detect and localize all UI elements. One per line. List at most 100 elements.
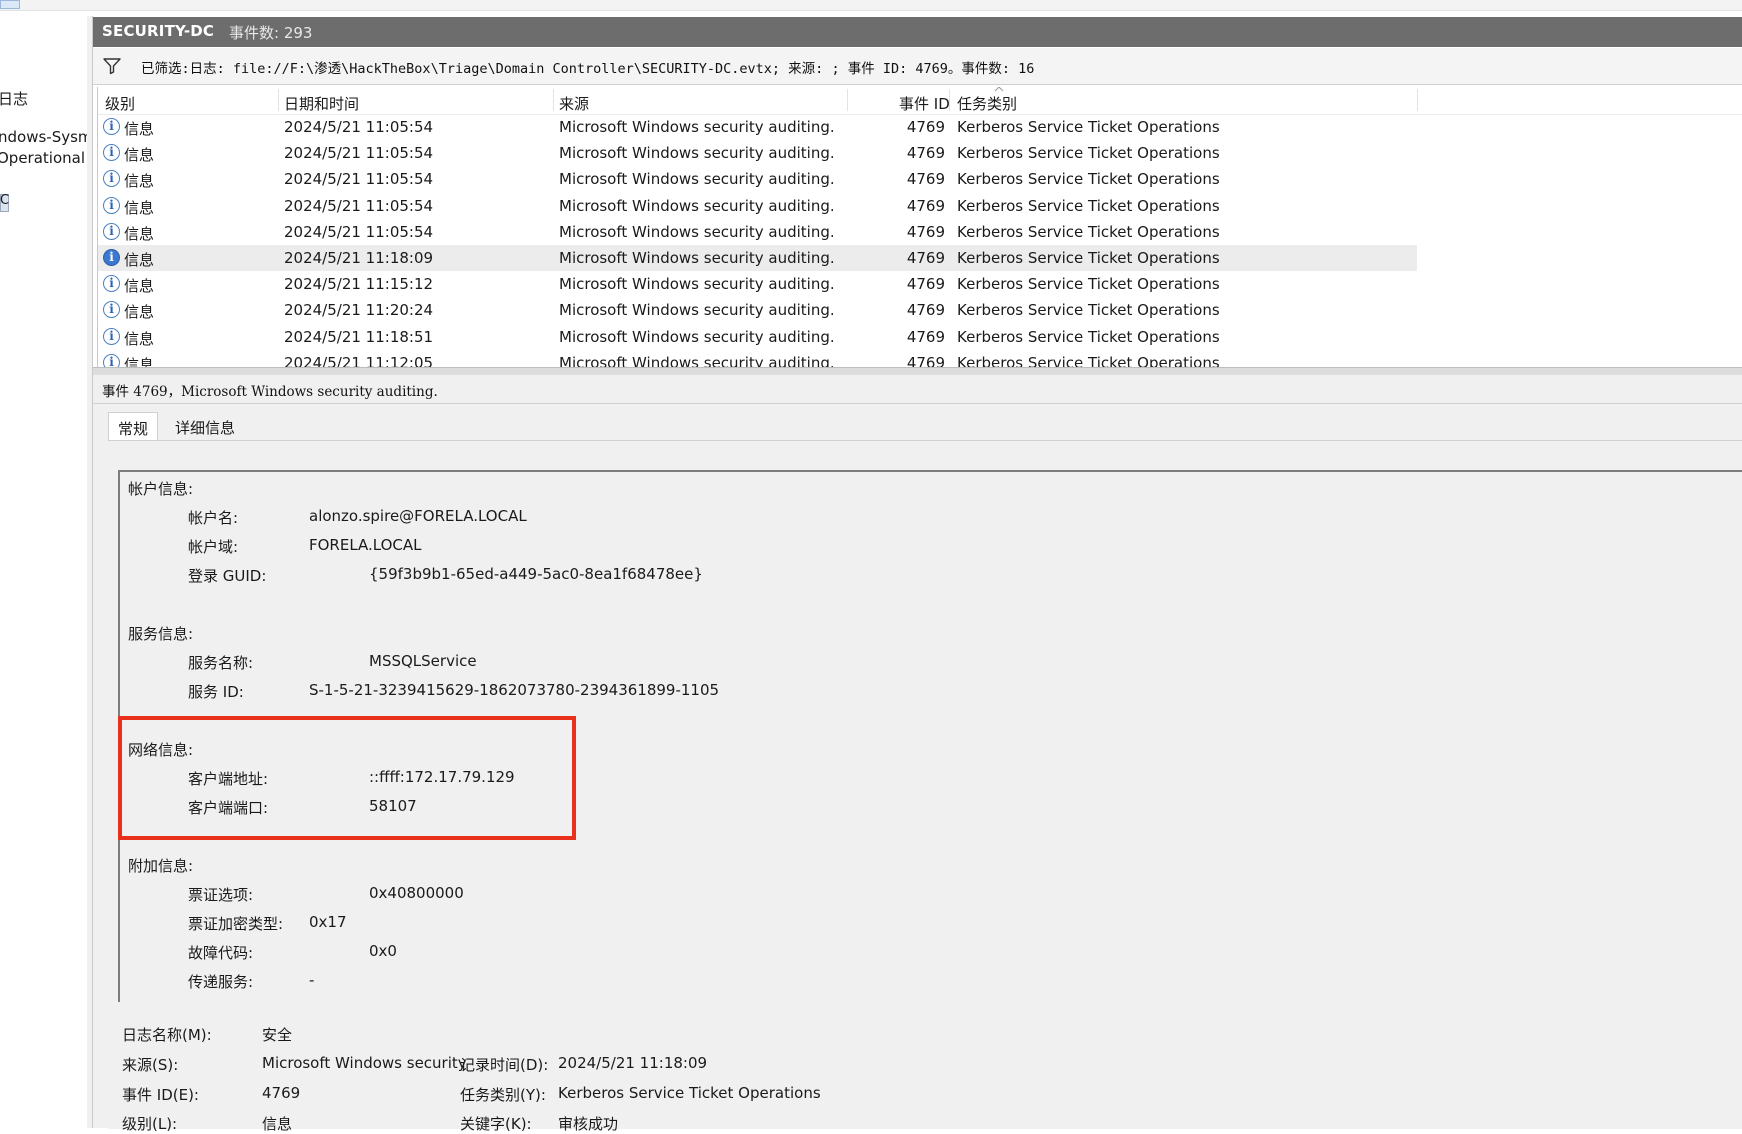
account-domain-value: FORELA.LOCAL xyxy=(309,536,422,554)
row-level: 信息 xyxy=(124,251,155,269)
log-name-value: 安全 xyxy=(262,1026,293,1044)
keywords-label: 关键字(K): xyxy=(460,1115,532,1133)
transited-services-label: 传递服务: xyxy=(188,973,254,991)
row-event-id: 4769 xyxy=(906,353,945,367)
network-info-highlight-box xyxy=(118,716,576,840)
log-title: SECURITY-DC xyxy=(102,22,215,40)
table-row[interactable]: i 信息 2024/5/21 11:05:54 Microsoft Windows s… xyxy=(98,166,1417,192)
logged-time-value: 2024/5/21 11:18:09 xyxy=(558,1054,708,1072)
row-task-category: Kerberos Service Ticket Operations xyxy=(957,275,1220,294)
logon-guid-value: {59f3b9b1-65ed-a449-5ac0-8ea1f68478ee} xyxy=(369,565,703,583)
row-datetime: 2024/5/21 11:05:54 xyxy=(284,170,434,189)
event-id-label: 事件 ID(E): xyxy=(122,1086,199,1104)
level-label: 级别(L): xyxy=(122,1115,178,1133)
info-icon: i xyxy=(103,170,120,188)
column-header-task-category[interactable]: 任务类别 xyxy=(957,93,1017,114)
row-task-category: Kerberos Service Ticket Operations xyxy=(957,170,1220,189)
row-event-id: 4769 xyxy=(906,118,945,136)
account-name-value: alonzo.spire@FORELA.LOCAL xyxy=(309,507,527,525)
row-event-id: 4769 xyxy=(906,327,945,346)
row-event-id: 4769 xyxy=(906,275,945,294)
tree-item-operational[interactable]: Operational xyxy=(0,149,85,167)
logged-time-label: 记录时间(D): xyxy=(460,1056,549,1074)
top-strip xyxy=(0,0,1742,11)
row-datetime: 2024/5/21 11:18:51 xyxy=(284,327,434,346)
table-row[interactable]: i 信息 2024/5/21 11:05:54 Microsoft Windows s… xyxy=(98,219,1417,245)
table-row[interactable]: i 信息 2024/5/21 11:05:54 Microsoft Windows s… xyxy=(98,140,1417,166)
table-row[interactable]: i 信息 2024/5/21 11:18:09 Microsoft Windows s… xyxy=(98,245,1417,271)
row-level: 信息 xyxy=(124,355,155,367)
ticket-options-label: 票证选项: xyxy=(188,886,254,904)
service-name-value: MSSQLService xyxy=(369,652,477,670)
filter-funnel-icon xyxy=(103,58,121,75)
account-info-heading: 帐户信息: xyxy=(128,480,194,498)
keywords-value: 审核成功 xyxy=(558,1115,619,1133)
row-source: Microsoft Windows security auditing. xyxy=(559,275,835,294)
column-divider[interactable] xyxy=(949,89,950,111)
row-event-id: 4769 xyxy=(906,249,945,267)
column-divider[interactable] xyxy=(847,89,848,111)
row-source: Microsoft Windows security auditing. xyxy=(559,222,835,241)
row-level: 信息 xyxy=(124,120,155,138)
info-icon: i xyxy=(103,196,120,214)
row-task-category: Kerberos Service Ticket Operations xyxy=(957,144,1220,163)
task-category-value: Kerberos Service Ticket Operations xyxy=(558,1084,821,1102)
column-header-datetime[interactable]: 日期和时间 xyxy=(284,93,359,114)
info-icon: i xyxy=(103,118,120,135)
column-header-level[interactable]: 级别 xyxy=(105,93,135,114)
account-name-label: 帐户名: xyxy=(188,509,239,527)
failure-code-value: 0x0 xyxy=(369,942,397,960)
table-row[interactable]: i 信息 2024/5/21 11:05:54 Microsoft Windows s… xyxy=(98,193,1417,219)
divider xyxy=(93,403,1742,404)
task-category-label: 任务类别(Y): xyxy=(460,1086,546,1104)
column-header-event-id[interactable]: 事件 ID xyxy=(899,93,950,114)
row-source: Microsoft Windows security auditing. xyxy=(559,327,835,346)
table-header: 级别 日期和时间 来源 事件 ID 任务类别 xyxy=(98,87,1742,115)
tree-item-selected-label: C xyxy=(0,193,10,208)
row-source: Microsoft Windows security auditing. xyxy=(559,353,835,367)
table-row[interactable]: i 信息 2024/5/21 11:18:51 Microsoft Windows s… xyxy=(98,324,1417,350)
row-event-id: 4769 xyxy=(906,222,945,241)
tree-item-logs[interactable]: 日志 xyxy=(0,88,28,109)
failure-code-label: 故障代码: xyxy=(188,944,254,962)
service-info-heading: 服务信息: xyxy=(128,625,194,643)
row-source: Microsoft Windows security auditing. xyxy=(559,249,835,267)
navigation-tree[interactable]: 日志 ndows-Sysm Operational C xyxy=(0,16,88,1128)
info-icon: i xyxy=(103,275,120,293)
column-divider[interactable] xyxy=(278,89,279,111)
info-icon: i xyxy=(103,249,120,266)
table-row[interactable]: i 信息 2024/5/21 11:15:12 Microsoft Windows s… xyxy=(98,271,1417,297)
row-datetime: 2024/5/21 11:05:54 xyxy=(284,222,434,241)
row-source: Microsoft Windows security auditing. xyxy=(559,301,835,320)
row-datetime: 2024/5/21 11:18:09 xyxy=(284,249,434,267)
table-row[interactable]: i 信息 2024/5/21 11:20:24 Microsoft Windows s… xyxy=(98,297,1417,323)
row-task-category: Kerberos Service Ticket Operations xyxy=(957,196,1220,215)
row-event-id: 4769 xyxy=(906,170,945,189)
ticket-options-value: 0x40800000 xyxy=(369,884,464,902)
sort-indicator-icon xyxy=(994,87,1004,92)
row-datetime: 2024/5/21 11:12:05 xyxy=(284,353,434,367)
tree-item-sysmon[interactable]: ndows-Sysm xyxy=(0,128,87,146)
tree-item-selected[interactable]: C xyxy=(0,193,10,212)
row-task-category: Kerberos Service Ticket Operations xyxy=(957,222,1220,241)
row-datetime: 2024/5/21 11:05:54 xyxy=(284,118,434,136)
app-icon xyxy=(0,0,20,9)
row-event-id: 4769 xyxy=(906,301,945,320)
column-divider[interactable] xyxy=(1417,89,1418,111)
column-header-source[interactable]: 来源 xyxy=(559,93,589,114)
events-table[interactable]: 级别 日期和时间 来源 事件 ID 任务类别 i 信息 2024/5/21 11:0… xyxy=(97,87,1742,367)
event-details-title: 事件 4769，Microsoft Windows security audit… xyxy=(102,384,438,400)
tab-details[interactable]: 详细信息 xyxy=(166,412,245,441)
column-divider[interactable] xyxy=(553,89,554,111)
tab-general[interactable]: 常规 xyxy=(108,412,159,441)
row-source: Microsoft Windows security auditing. xyxy=(559,170,835,189)
info-icon: i xyxy=(103,301,120,319)
log-header-bar: SECURITY-DC 事件数: 293 xyxy=(93,17,1742,47)
service-id-label: 服务 ID: xyxy=(188,683,244,701)
row-task-category: Kerberos Service Ticket Operations xyxy=(957,249,1220,267)
row-datetime: 2024/5/21 11:15:12 xyxy=(284,275,434,294)
row-datetime: 2024/5/21 11:05:54 xyxy=(284,144,434,163)
table-row[interactable]: i 信息 2024/5/21 11:05:54 Microsoft Windows s… xyxy=(98,114,1417,140)
info-icon: i xyxy=(103,144,120,162)
table-row[interactable]: i 信息 2024/5/21 11:12:05 Microsoft Windows s… xyxy=(98,350,1417,367)
